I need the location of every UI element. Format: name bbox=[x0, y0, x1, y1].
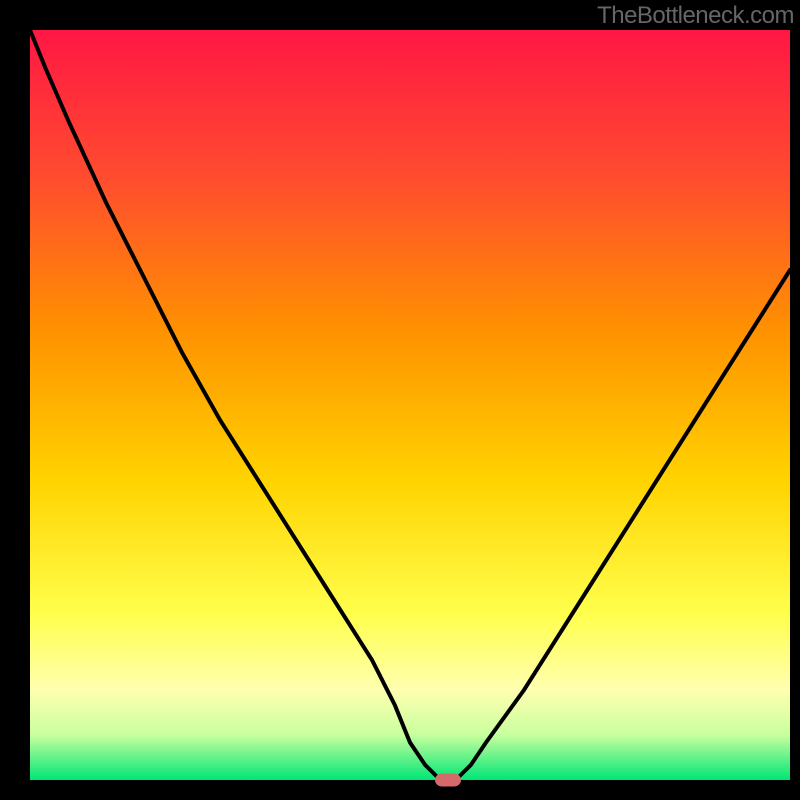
bottleneck-chart bbox=[0, 0, 800, 800]
plot-area bbox=[30, 30, 790, 780]
optimum-marker bbox=[435, 774, 461, 787]
attribution-link[interactable]: TheBottleneck.com bbox=[597, 2, 794, 30]
bottleneck-chart-container: TheBottleneck.com bbox=[0, 0, 800, 800]
